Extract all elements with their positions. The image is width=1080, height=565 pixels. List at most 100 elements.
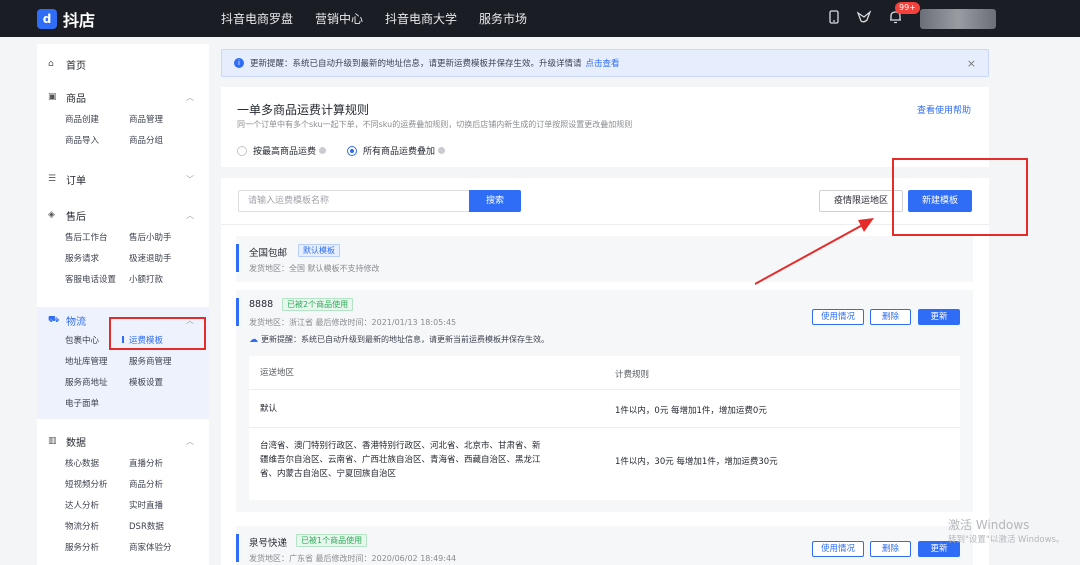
nav-compass[interactable]: 抖音电商罗盘 [221, 10, 293, 27]
windows-watermark: 激活 Windows [948, 518, 1030, 532]
search-button[interactable]: 搜索 [469, 190, 521, 212]
template-item: 8888 已被2个商品使用 发货地区：浙江省 最后修改时间：2021/01/13… [236, 290, 973, 512]
sidebar-item-realtime-live[interactable]: 实时直播 [129, 499, 163, 511]
highlight-box-new-template [892, 158, 1028, 236]
rule-title: 一单多商品运费计算规则 [237, 103, 370, 117]
sidebar-item-aftersale-helper[interactable]: 售后小助手 [129, 231, 172, 243]
cloud-icon: ☁ [249, 334, 258, 345]
account-avatar[interactable] [920, 8, 996, 29]
sidebar-orders[interactable]: ☰ 订单 ﹀ [37, 171, 209, 187]
sidebar-item-provider-address[interactable]: 服务商地址 [65, 376, 108, 388]
close-icon[interactable]: × [967, 57, 976, 70]
nav-marketing[interactable]: 营销中心 [315, 10, 363, 27]
nav-service-market[interactable]: 服务市场 [479, 10, 527, 27]
logo[interactable]: d 抖店 [37, 7, 203, 31]
sidebar-item-fast-refund[interactable]: 极速退助手 [129, 252, 172, 264]
question-icon[interactable] [319, 147, 327, 154]
store-logo-icon: d [37, 8, 57, 29]
template-name: 全国包邮 [249, 248, 288, 259]
template-meta: 发货地区：广东省 最后修改时间：2020/06/02 18:49:44 [249, 554, 457, 563]
sidebar-item-goods-manage[interactable]: 商品管理 [129, 113, 163, 125]
chevron-up-icon: ︿ [186, 436, 194, 446]
sidebar-item-service-request[interactable]: 服务请求 [65, 252, 99, 264]
windows-watermark-sub: 转到"设置"以激活 Windows。 [948, 535, 1065, 545]
sidebar-item-goods-import[interactable]: 商品导入 [65, 134, 99, 146]
epidemic-region-button[interactable]: 疫情限运地区 [819, 190, 903, 212]
table-header: 运送地区 计费规则 [249, 356, 960, 390]
table-row: 台湾省、澳门特别行政区、香港特别行政区、河北省、北京市、甘肃省、新 疆维吾尔自治… [260, 441, 778, 479]
sidebar-item-provider-manage[interactable]: 服务商管理 [129, 355, 172, 367]
template-name: 泉号快递 [249, 538, 288, 549]
sidebar-item-cs-phone[interactable]: 客服电话设置 [65, 273, 116, 285]
mobile-icon[interactable] [829, 9, 839, 28]
rule-desc: 同一个订单中有多个sku一起下单，不同sku的运费叠加规则，切换后店铺内新生成的… [237, 120, 633, 129]
chevron-down-icon: ﹀ [186, 174, 194, 184]
delete-button[interactable]: 删除 [870, 541, 911, 557]
freight-table: 运送地区 计费规则 默认 1件以内，0元 每增加1件，增加运费0元 台湾省、澳门… [249, 356, 960, 500]
sidebar-item-logistics-analysis[interactable]: 物流分析 [65, 520, 99, 532]
usage-button[interactable]: 使用情况 [812, 541, 864, 557]
sidebar-item-merchant-experience[interactable]: 商家体验分 [129, 541, 172, 553]
default-tag: 默认模板 [298, 244, 340, 257]
sidebar-item-goods-group[interactable]: 商品分组 [129, 134, 163, 146]
sidebar-item-package-center[interactable]: 包裹中心 [65, 334, 99, 346]
sidebar: ⌂ 首页 ▣ 商品 ︿ 商品创建 商品管理 商品导入 商品分组 ☰ 订单 ﹀ ◈ 售后 ︿ 售… [37, 44, 209, 565]
top-nav: 抖音电商罗盘 营销中心 抖音电商大学 服务市场 [221, 10, 549, 27]
sidebar-item-goods-analysis[interactable]: 商品分析 [129, 478, 163, 490]
chevron-up-icon: ︿ [186, 92, 194, 102]
nav-university[interactable]: 抖音电商大学 [385, 10, 457, 27]
notice-link[interactable]: 点击查看 [586, 57, 620, 69]
sidebar-item-video-analysis[interactable]: 短视频分析 [65, 478, 108, 490]
sidebar-aftersale: ◈ 售后 ︿ 售后工作台 售后小助手 服务请求 极速退助手 客服电话设置 小额打款 [37, 207, 209, 285]
search-input[interactable]: 请输入运费模板名称 [238, 190, 470, 212]
usage-tag: 已被2个商品使用 [282, 298, 354, 311]
table-row: 默认 1件以内，0元 每增加1件，增加运费0元 [249, 390, 960, 428]
sidebar-item-core-data[interactable]: 核心数据 [65, 457, 99, 469]
sidebar-data-title[interactable]: ▥ 数据 ︿ [37, 433, 209, 449]
template-item: 泉号快递 已被1个商品使用 发货地区：广东省 最后修改时间：2020/06/02… [236, 526, 973, 565]
template-name: 8888 [249, 299, 274, 310]
sidebar-aftersale-title[interactable]: ◈ 售后 ︿ [37, 207, 209, 223]
info-icon: i [234, 58, 244, 68]
truck-icon: ⛟ [48, 314, 60, 325]
logo-text: 抖店 [63, 10, 96, 30]
sidebar-item-goods-create[interactable]: 商品创建 [65, 113, 99, 125]
bag-icon: ▣ [48, 92, 57, 102]
sidebar-item-creator-analysis[interactable]: 达人分析 [65, 499, 99, 511]
cube-icon: ◈ [48, 210, 55, 220]
sidebar-item-live-analysis[interactable]: 直播分析 [129, 457, 163, 469]
highlight-box-freight-template [109, 317, 206, 350]
question-icon[interactable] [438, 147, 446, 154]
bell-icon[interactable]: 99+ [889, 1, 920, 28]
top-bar: d 抖店 抖音电商罗盘 营销中心 抖音电商大学 服务市场 99+ [0, 0, 1080, 37]
usage-button[interactable]: 使用情况 [812, 309, 864, 325]
sidebar-item-service-analysis[interactable]: 服务分析 [65, 541, 99, 553]
sidebar-home[interactable]: ⌂ 首页 [37, 56, 209, 72]
sidebar-item-dsr-data[interactable]: DSR数据 [129, 520, 164, 532]
sidebar-item-small-payment[interactable]: 小额打款 [129, 273, 163, 285]
update-notice: i 更新提醒：系统已自动升级到最新的地址信息，请更新运费模板并保存生效。升级详情… [221, 49, 989, 77]
top-right-tools: 99+ [829, 0, 1080, 37]
bird-icon[interactable] [856, 9, 872, 28]
usage-tag: 已被1个商品使用 [296, 534, 368, 547]
red-arrow-icon [754, 218, 874, 285]
sidebar-item-aftersale-workbench[interactable]: 售后工作台 [65, 231, 108, 243]
home-icon: ⌂ [48, 59, 54, 69]
radio-circle [237, 145, 247, 156]
template-warning: ☁ 更新提醒：系统已自动升级到最新的地址信息，请更新当前运费模板并保存生效。 [249, 334, 549, 345]
help-link[interactable]: 查看使用帮助 [917, 103, 971, 116]
radio-circle-selected [347, 145, 357, 156]
list-icon: ☰ [48, 174, 57, 184]
chart-icon: ▥ [48, 436, 57, 446]
chevron-up-icon: ︿ [186, 210, 194, 220]
template-accent-bar [236, 298, 239, 326]
delete-button[interactable]: 删除 [870, 309, 911, 325]
sidebar-item-address-library[interactable]: 地址库管理 [65, 355, 108, 367]
radio-highest-freight[interactable]: 按最高商品运费 [237, 144, 327, 157]
template-meta: 发货地区：全国 默认模板不支持修改 [249, 264, 380, 273]
sidebar-item-template-settings[interactable]: 模板设置 [129, 376, 163, 388]
sidebar-goods-title[interactable]: ▣ 商品 ︿ [37, 89, 209, 105]
sidebar-item-e-waybill[interactable]: 电子面单 [65, 397, 99, 409]
update-button[interactable]: 更新 [918, 309, 960, 325]
radio-sum-freight[interactable]: 所有商品运费叠加 [347, 144, 446, 157]
